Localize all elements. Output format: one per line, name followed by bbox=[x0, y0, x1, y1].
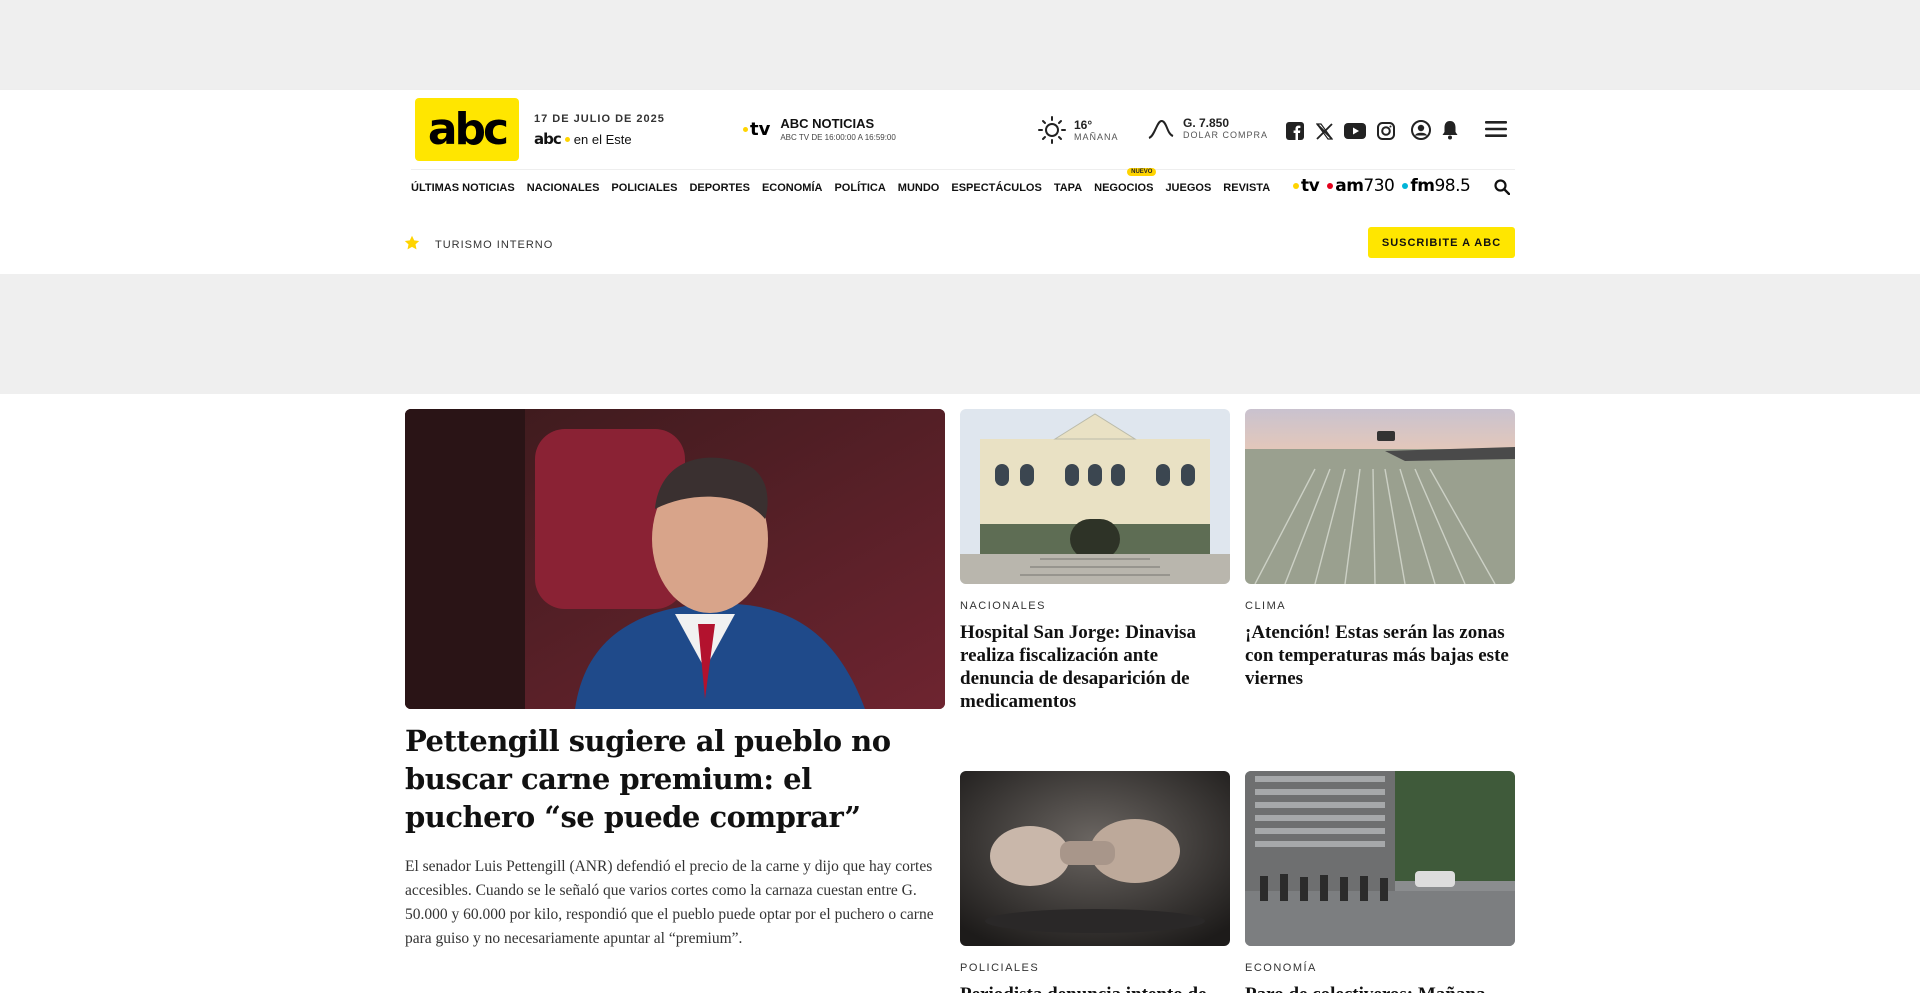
news-card-category[interactable]: POLICIALES bbox=[960, 962, 1230, 974]
trend-chart-icon bbox=[1148, 120, 1174, 139]
news-card-image bbox=[960, 771, 1230, 946]
sun-icon bbox=[1038, 116, 1066, 144]
news-card-image bbox=[960, 409, 1230, 584]
x-icon[interactable] bbox=[1315, 122, 1333, 140]
nav-item-nacionales[interactable]: NACIONALES bbox=[527, 182, 600, 194]
abc-en-el-este-link[interactable]: abc en el Este bbox=[534, 130, 632, 148]
news-card[interactable]: POLICIALES Periodista denuncia intento d… bbox=[960, 771, 1230, 993]
dollar-label: DOLAR COMPRA bbox=[1183, 130, 1269, 140]
new-badge: NUEVO bbox=[1127, 168, 1157, 176]
abc-tv-live[interactable]: tv ABC NOTICIAS ABC TV DE 16:00:00 A 16:… bbox=[741, 116, 896, 142]
middle-ad-banner bbox=[0, 274, 1920, 394]
tv-label: tv bbox=[1301, 176, 1320, 196]
nav-item-economia[interactable]: ECONOMÍA bbox=[762, 182, 823, 194]
tv-logo: tv bbox=[741, 119, 770, 140]
hamburger-menu-icon[interactable] bbox=[1485, 120, 1507, 143]
nav-item-negocios: NEGOCIOS bbox=[1094, 182, 1154, 194]
star-icon bbox=[404, 235, 420, 256]
subscribe-button[interactable]: SUSCRIBITE A ABC bbox=[1368, 227, 1515, 258]
fm-radio-link[interactable]: fm98.5 bbox=[1402, 176, 1471, 196]
nav-item-juegos[interactable]: JUEGOS bbox=[1165, 182, 1211, 194]
nav-item-tapa[interactable]: TAPA bbox=[1054, 182, 1082, 194]
instagram-icon[interactable] bbox=[1377, 122, 1395, 140]
search-icon[interactable] bbox=[1494, 179, 1511, 200]
nav-divider bbox=[411, 169, 1515, 170]
news-card[interactable]: ECONOMÍA Paro de colectiveros: Mañana bbox=[1245, 771, 1515, 993]
nav-item-policiales[interactable]: POLICIALES bbox=[611, 182, 677, 194]
yellow-dot bbox=[743, 126, 748, 132]
nav-item-deportes[interactable]: DEPORTES bbox=[689, 182, 750, 194]
red-dot bbox=[1327, 183, 1334, 189]
am-frequency: 730 bbox=[1363, 176, 1395, 196]
bell-icon[interactable] bbox=[1441, 120, 1459, 145]
weather-widget[interactable]: 16° MAÑANA bbox=[1038, 116, 1119, 144]
trending-topic-link[interactable]: TURISMO INTERNO bbox=[435, 239, 553, 251]
nav-item-politica[interactable]: POLÍTICA bbox=[834, 182, 885, 194]
news-card[interactable]: CLIMA ¡Atención! Estas serán las zonas c… bbox=[1245, 409, 1515, 690]
top-ad-banner bbox=[0, 0, 1920, 90]
main-story-image[interactable] bbox=[405, 409, 945, 709]
tv-schedule: ABC TV DE 16:00:00 A 16:59:00 bbox=[780, 133, 896, 142]
news-card-category[interactable]: CLIMA bbox=[1245, 600, 1515, 612]
weather-label: MAÑANA bbox=[1074, 132, 1119, 142]
cyan-dot bbox=[1402, 183, 1409, 189]
abc-logo[interactable]: abc bbox=[415, 98, 519, 161]
facebook-icon[interactable] bbox=[1286, 122, 1304, 140]
am-radio-link[interactable]: am730 bbox=[1327, 176, 1395, 196]
dollar-widget[interactable]: G. 7.850 DOLAR COMPRA bbox=[1147, 116, 1268, 140]
logo-text: abc bbox=[427, 103, 509, 155]
dollar-value: G. 7.850 bbox=[1183, 116, 1230, 130]
este-logo: abc bbox=[534, 130, 562, 148]
youtube-icon[interactable] bbox=[1344, 122, 1366, 140]
social-links bbox=[1286, 122, 1395, 140]
main-nav: ÚLTIMAS NOTICIAS NACIONALES POLICIALES D… bbox=[411, 168, 1270, 194]
news-card-title[interactable]: Periodista denuncia intento de bbox=[960, 983, 1230, 993]
radio-links: tv am730 fm98.5 bbox=[1293, 176, 1471, 196]
news-card-image bbox=[1245, 409, 1515, 584]
tv-mark: tv bbox=[750, 118, 771, 140]
news-card-category[interactable]: NACIONALES bbox=[960, 600, 1230, 612]
site-header: abc 17 DE JULIO DE 2025 abc en el Este t… bbox=[0, 90, 1920, 210]
tv-radio-link[interactable]: tv bbox=[1293, 176, 1320, 196]
weather-value: 16° bbox=[1074, 118, 1093, 132]
yellow-dot bbox=[564, 136, 570, 142]
main-story-title[interactable]: Pettengill sugiere al pueblo no buscar c… bbox=[405, 722, 945, 836]
news-card[interactable]: NACIONALES Hospital San Jorge: Dinavisa … bbox=[960, 409, 1230, 713]
current-date: 17 DE JULIO DE 2025 bbox=[534, 113, 665, 125]
news-card-category[interactable]: ECONOMÍA bbox=[1245, 962, 1515, 974]
news-card-title[interactable]: Paro de colectiveros: Mañana bbox=[1245, 983, 1515, 993]
nav-item-espectaculos[interactable]: ESPECTÁCULOS bbox=[951, 182, 1041, 194]
main-story-summary: El senador Luis Pettengill (ANR) defendi… bbox=[405, 858, 934, 947]
news-card-title[interactable]: Hospital San Jorge: Dinavisa realiza fis… bbox=[960, 621, 1230, 713]
news-card-title[interactable]: ¡Atención! Estas serán las zonas con tem… bbox=[1245, 621, 1515, 690]
news-card-image bbox=[1245, 771, 1515, 946]
nav-item-negocios-wrap[interactable]: NEGOCIOS NUEVO bbox=[1094, 168, 1157, 194]
fm-label: fm bbox=[1410, 176, 1435, 196]
nav-item-revista[interactable]: REVISTA bbox=[1223, 182, 1270, 194]
este-label: en el Este bbox=[573, 131, 632, 147]
nav-item-mundo[interactable]: MUNDO bbox=[898, 182, 940, 194]
trending-bar: TURISMO INTERNO SUSCRIBITE A ABC bbox=[0, 210, 1920, 274]
am-label: am bbox=[1335, 176, 1364, 196]
tv-title: ABC NOTICIAS bbox=[780, 116, 875, 131]
user-account-icon[interactable] bbox=[1411, 120, 1431, 145]
yellow-dot bbox=[1293, 183, 1299, 189]
fm-frequency: 98.5 bbox=[1434, 176, 1471, 196]
nav-item-ultimas-noticias[interactable]: ÚLTIMAS NOTICIAS bbox=[411, 182, 515, 194]
